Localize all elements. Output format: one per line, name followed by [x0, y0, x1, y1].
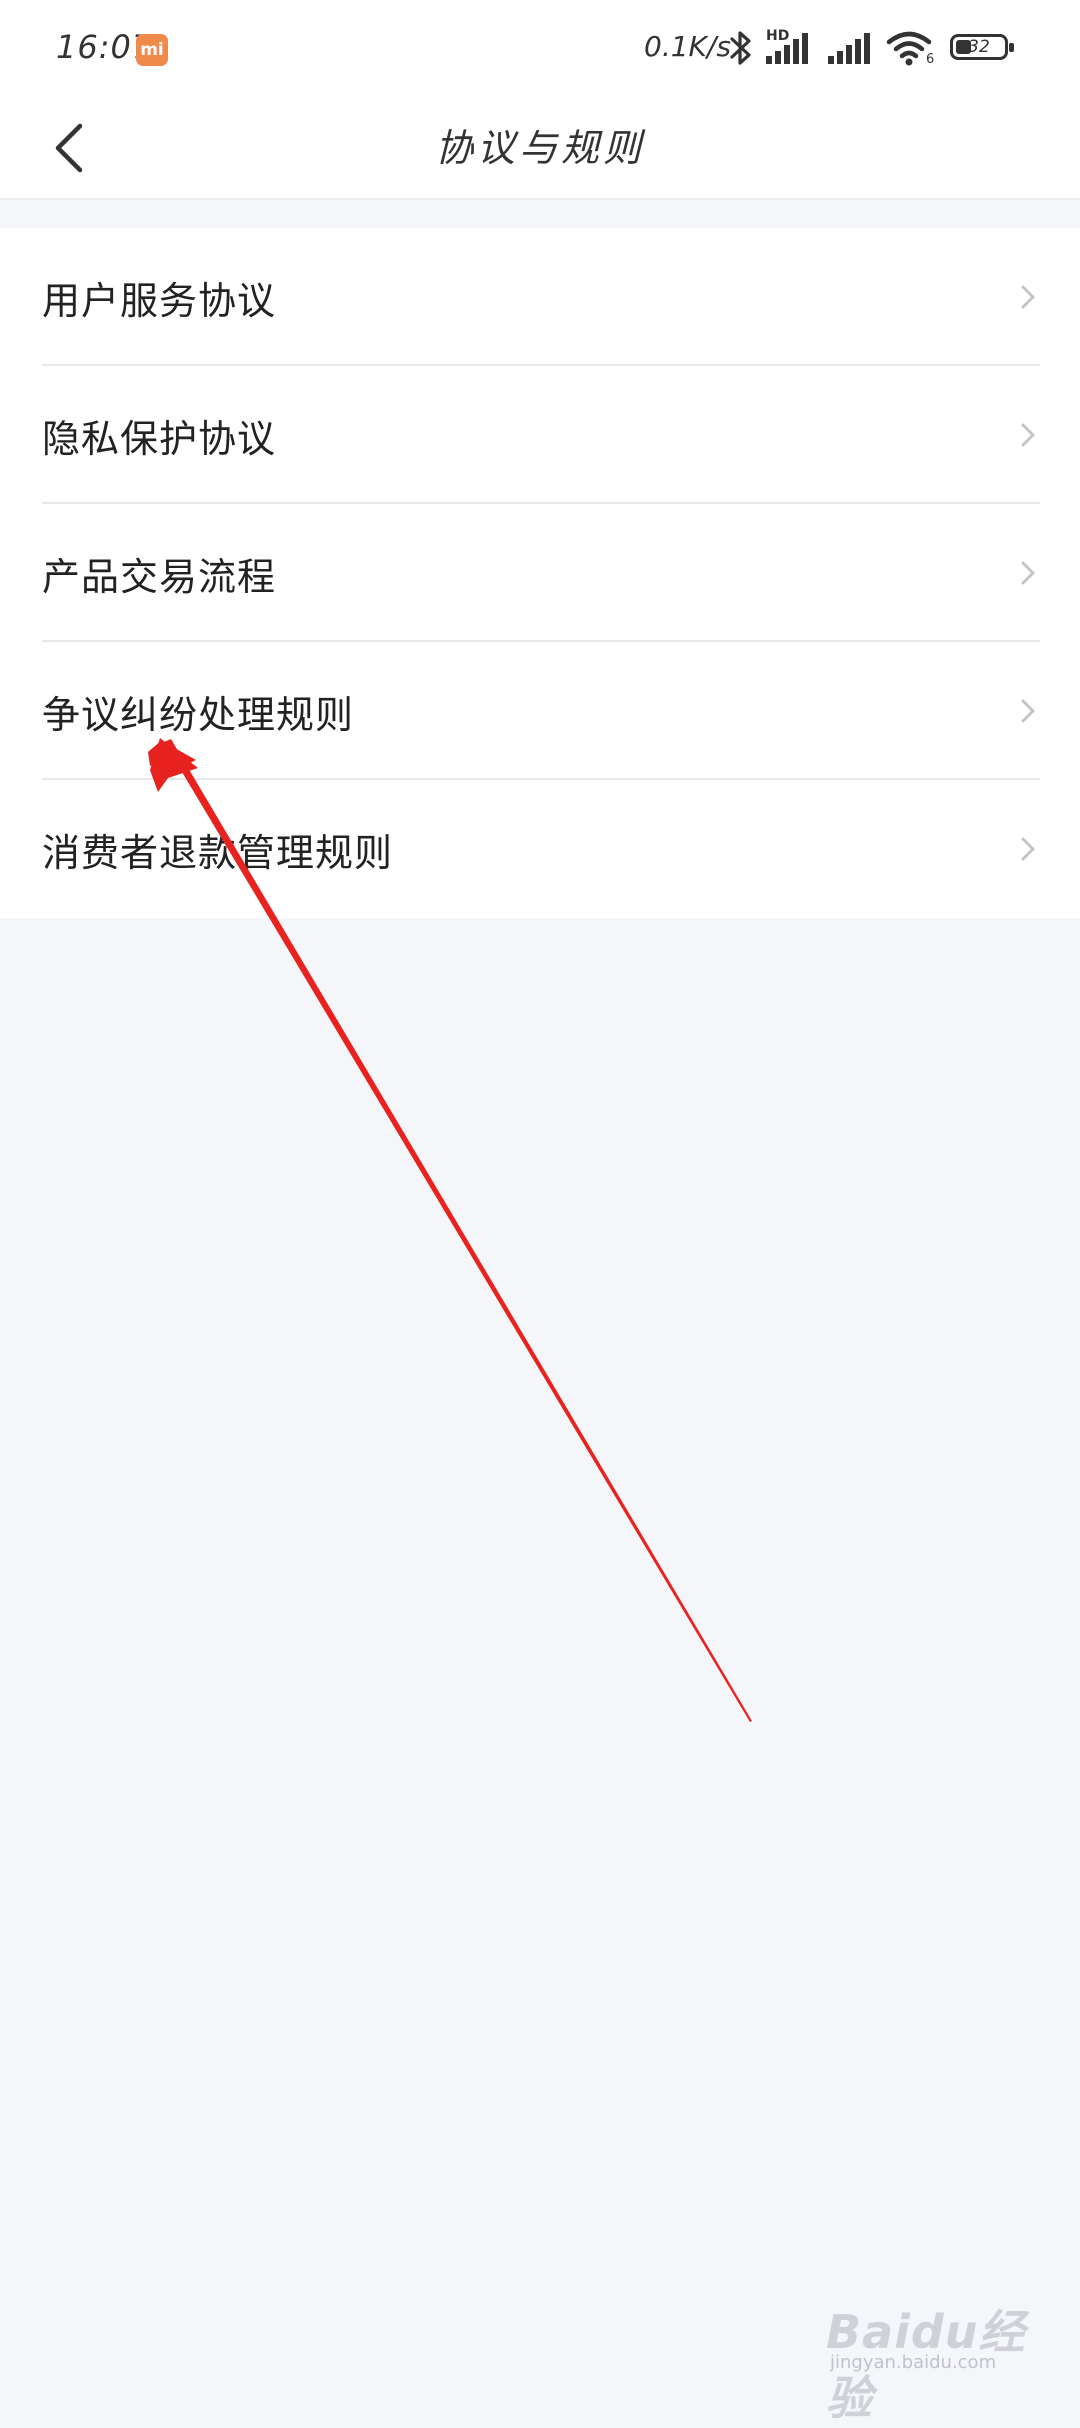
battery-icon: 32 [950, 34, 1014, 60]
chevron-right-icon [1021, 561, 1035, 585]
list-item-label: 消费者退款管理规则 [42, 830, 394, 875]
wifi-sub-label: 6 [926, 52, 935, 67]
wifi-icon: 6 [886, 28, 938, 72]
list-item-label: 产品交易流程 [42, 554, 277, 599]
baidu-jingyan-watermark: Baidu经验 jingyan.baidu.com [826, 2296, 1026, 2425]
cellular-signal-1-icon: HD [766, 28, 818, 68]
list-item-label: 争议纠纷处理规则 [42, 692, 355, 737]
bluetooth-icon [730, 31, 751, 65]
list-item-label: 隐私保护协议 [42, 416, 277, 461]
rules-list: 用户服务协议 隐私保护协议 产品交易流程 争议纠纷处理规则 消费者退款管理规则 [0, 228, 1080, 918]
chevron-right-icon [1021, 423, 1035, 447]
watermark-url: jingyan.baidu.com [830, 2352, 997, 2373]
chevron-right-icon [1021, 285, 1035, 309]
chevron-right-icon [1021, 699, 1035, 723]
mi-app-icon: mi [136, 34, 168, 66]
list-item-trade-process[interactable]: 产品交易流程 [0, 504, 1080, 642]
battery-level: 32 [968, 37, 990, 57]
list-item-privacy-agreement[interactable]: 隐私保护协议 [0, 366, 1080, 504]
status-bar: 16:07 mi 0.1K/s HD 6 32 [0, 0, 1080, 96]
chevron-left-icon [55, 123, 83, 173]
network-speed: 0.1K/s [644, 30, 731, 63]
cellular-signal-2-icon [828, 33, 870, 64]
nav-bar: 协议与规则 [0, 96, 1080, 200]
list-item-refund-rules[interactable]: 消费者退款管理规则 [0, 780, 1080, 918]
list-item-dispute-rules[interactable]: 争议纠纷处理规则 [0, 642, 1080, 780]
chevron-right-icon [1021, 837, 1035, 861]
page-title: 协议与规则 [434, 126, 645, 170]
back-button[interactable] [28, 106, 112, 190]
list-item-label: 用户服务协议 [42, 278, 277, 323]
list-item-user-service-agreement[interactable]: 用户服务协议 [0, 228, 1080, 366]
